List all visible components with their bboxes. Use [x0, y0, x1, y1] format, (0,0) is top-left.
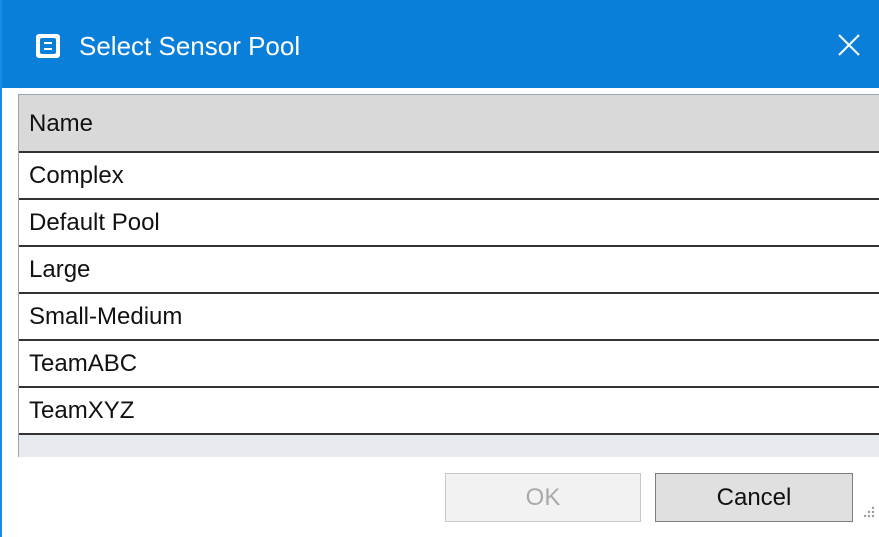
column-header-name[interactable]: Name	[19, 95, 879, 153]
grid-row-small-medium[interactable]: Small-Medium	[19, 294, 879, 341]
close-button[interactable]	[822, 18, 876, 72]
close-icon	[838, 34, 860, 56]
grid-row-complex[interactable]: Complex	[19, 153, 879, 200]
select-sensor-pool-dialog: Select Sensor Pool Name Complex Default …	[0, 0, 879, 537]
title-bar: Select Sensor Pool	[2, 0, 879, 88]
grid-row-teamxyz[interactable]: TeamXYZ	[19, 388, 879, 435]
resize-grip-icon[interactable]	[860, 505, 876, 521]
grid-empty-area	[19, 435, 879, 453]
app-icon	[36, 34, 60, 58]
grid-row-teamabc[interactable]: TeamABC	[19, 341, 879, 388]
grid-row-default-pool[interactable]: Default Pool	[19, 200, 879, 247]
dialog-title: Select Sensor Pool	[79, 31, 301, 61]
sensor-pool-grid[interactable]: Name Complex Default Pool Large Small-Me…	[18, 94, 879, 457]
cancel-button[interactable]: Cancel	[655, 473, 853, 522]
ok-button[interactable]: OK	[445, 473, 641, 522]
grid-row-large[interactable]: Large	[19, 247, 879, 294]
